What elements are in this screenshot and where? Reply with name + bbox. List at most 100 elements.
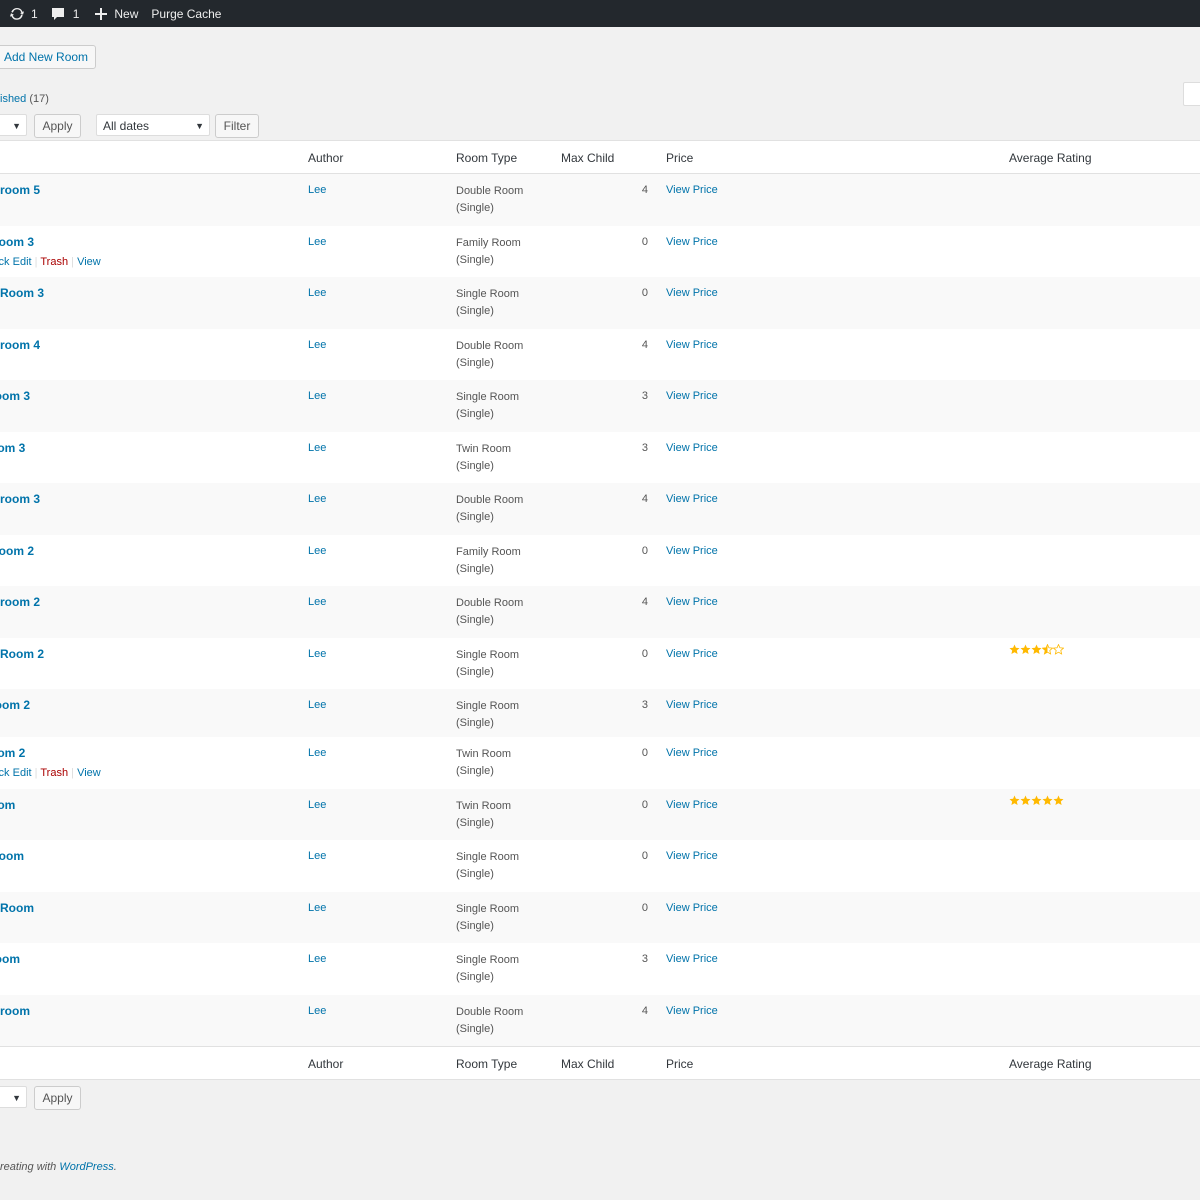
room-title-link[interactable]: Room 2 xyxy=(0,544,34,558)
star-icon xyxy=(1031,644,1042,658)
room-title-link[interactable]: y Room xyxy=(0,901,34,915)
bulk-actions-select-bottom[interactable]: ▼ xyxy=(0,1086,27,1108)
view-price-link[interactable]: View Price xyxy=(666,390,718,402)
room-type-occupancy: (Single) xyxy=(456,920,494,932)
published-link[interactable]: ished xyxy=(0,93,26,105)
author-link[interactable]: Lee xyxy=(308,545,326,557)
author-link[interactable]: Lee xyxy=(308,699,326,711)
author-link[interactable]: Lee xyxy=(308,799,326,811)
bulk-apply-button[interactable]: Apply xyxy=(34,114,81,138)
filter-button[interactable]: Filter xyxy=(215,114,259,138)
max-child-value: 3 xyxy=(641,953,648,965)
room-title-link[interactable]: e room 2 xyxy=(0,595,40,609)
view-price-link[interactable]: View Price xyxy=(666,850,718,862)
view-price-link[interactable]: View Price xyxy=(666,1005,718,1017)
table-row: Room Lee Single Room (Single) 0 View Pri… xyxy=(0,840,1200,892)
view-price-link[interactable]: View Price xyxy=(666,953,718,965)
column-room-type[interactable]: Room Type xyxy=(456,1057,517,1071)
view-price-link[interactable]: View Price xyxy=(666,339,718,351)
room-title-link[interactable]: oom xyxy=(0,798,15,812)
bulk-actions-select[interactable]: ▼ xyxy=(0,114,27,136)
room-title-link[interactable]: room xyxy=(0,952,20,966)
author-link[interactable]: Lee xyxy=(308,596,326,608)
column-max-child[interactable]: Max Child xyxy=(561,1057,614,1071)
author-link[interactable]: Lee xyxy=(308,902,326,914)
author-link[interactable]: Lee xyxy=(308,493,326,505)
purge-cache-button[interactable]: Purge Cache xyxy=(151,7,221,21)
view-price-link[interactable]: View Price xyxy=(666,545,718,557)
view-price-link[interactable]: View Price xyxy=(666,184,718,196)
room-title-link[interactable]: oom 3 xyxy=(0,441,25,455)
view-price-link[interactable]: View Price xyxy=(666,442,718,454)
dates-select[interactable]: All dates ▼ xyxy=(96,114,210,136)
column-author[interactable]: Author xyxy=(308,151,343,165)
author-link[interactable]: Lee xyxy=(308,236,326,248)
view-price-link[interactable]: View Price xyxy=(666,493,718,505)
table-row: oom 3 Lee Twin Room (Single) 3 View Pric… xyxy=(0,432,1200,483)
room-type: Single Room (Single) xyxy=(456,286,519,320)
column-max-child[interactable]: Max Child xyxy=(561,151,614,165)
room-title-link[interactable]: y Room 2 xyxy=(0,647,44,661)
view-price-link[interactable]: View Price xyxy=(666,902,718,914)
room-type: Single Room (Single) xyxy=(456,698,519,732)
view-price-link[interactable]: View Price xyxy=(666,236,718,248)
add-new-room-button[interactable]: Add New Room xyxy=(0,45,97,69)
wordpress-link[interactable]: WordPress xyxy=(59,1161,113,1173)
table-row: y Room 3 Lee Single Room (Single) 0 View… xyxy=(0,277,1200,329)
quick-edit-link[interactable]: uick Edit xyxy=(0,767,32,779)
room-type-name: Single Room xyxy=(456,903,519,915)
author-link[interactable]: Lee xyxy=(308,287,326,299)
view-price-link[interactable]: View Price xyxy=(666,596,718,608)
author-link[interactable]: Lee xyxy=(308,648,326,660)
column-author[interactable]: Author xyxy=(308,1057,343,1071)
view-link[interactable]: View xyxy=(77,256,101,268)
new-content-button[interactable]: New xyxy=(95,7,138,21)
room-title-link[interactable]: e room 4 xyxy=(0,338,40,352)
view-price-link[interactable]: View Price xyxy=(666,747,718,759)
average-rating-stars xyxy=(1009,795,1064,809)
view-price-link[interactable]: View Price xyxy=(666,699,718,711)
room-title-link[interactable]: Room xyxy=(0,849,24,863)
room-title-link[interactable]: y Room 3 xyxy=(0,286,44,300)
view-price-link[interactable]: View Price xyxy=(666,648,718,660)
view-price-link[interactable]: View Price xyxy=(666,799,718,811)
column-price[interactable]: Price xyxy=(666,1057,693,1071)
trash-link[interactable]: Trash xyxy=(40,256,68,268)
author-link[interactable]: Lee xyxy=(308,442,326,454)
comments-button[interactable]: 1 xyxy=(51,7,79,21)
author-link[interactable]: Lee xyxy=(308,1005,326,1017)
max-child-value: 0 xyxy=(641,236,648,248)
star-icon xyxy=(1052,643,1065,658)
author-link[interactable]: Lee xyxy=(308,390,326,402)
room-title-link[interactable]: room 2 xyxy=(0,698,30,712)
column-room-type[interactable]: Room Type xyxy=(456,151,517,165)
bulk-apply-button-bottom[interactable]: Apply xyxy=(34,1086,81,1110)
table-footer: Author Room Type Max Child Price Average… xyxy=(0,1046,1200,1079)
star-icon xyxy=(1009,644,1020,658)
table-body: e room 5 Lee Double Room (Single) 4 View… xyxy=(0,174,1200,1046)
search-input[interactable] xyxy=(1183,82,1200,106)
room-title-link[interactable]: e room 5 xyxy=(0,183,40,197)
room-type-name: Single Room xyxy=(456,700,519,712)
updates-button[interactable]: 1 xyxy=(9,6,38,22)
quick-edit-link[interactable]: uick Edit xyxy=(0,256,32,268)
room-title-link[interactable]: Room 3 xyxy=(0,235,34,249)
room-type-name: Single Room xyxy=(456,954,519,966)
view-link[interactable]: View xyxy=(77,767,101,779)
trash-link[interactable]: Trash xyxy=(40,767,68,779)
room-title-link[interactable]: oom 2 xyxy=(0,746,25,760)
author-link[interactable]: Lee xyxy=(308,747,326,759)
column-price[interactable]: Price xyxy=(666,151,693,165)
author-link[interactable]: Lee xyxy=(308,339,326,351)
view-price-link[interactable]: View Price xyxy=(666,287,718,299)
author-link[interactable]: Lee xyxy=(308,850,326,862)
room-type-occupancy: (Single) xyxy=(456,511,494,523)
chevron-down-icon: ▼ xyxy=(12,121,21,131)
room-title-link[interactable]: e room xyxy=(0,1004,30,1018)
author-link[interactable]: Lee xyxy=(308,184,326,196)
author-link[interactable]: Lee xyxy=(308,953,326,965)
room-title-link[interactable]: room 3 xyxy=(0,389,30,403)
room-title-link[interactable]: e room 3 xyxy=(0,492,40,506)
column-average-rating[interactable]: Average Rating xyxy=(1009,151,1092,165)
column-average-rating[interactable]: Average Rating xyxy=(1009,1057,1092,1071)
